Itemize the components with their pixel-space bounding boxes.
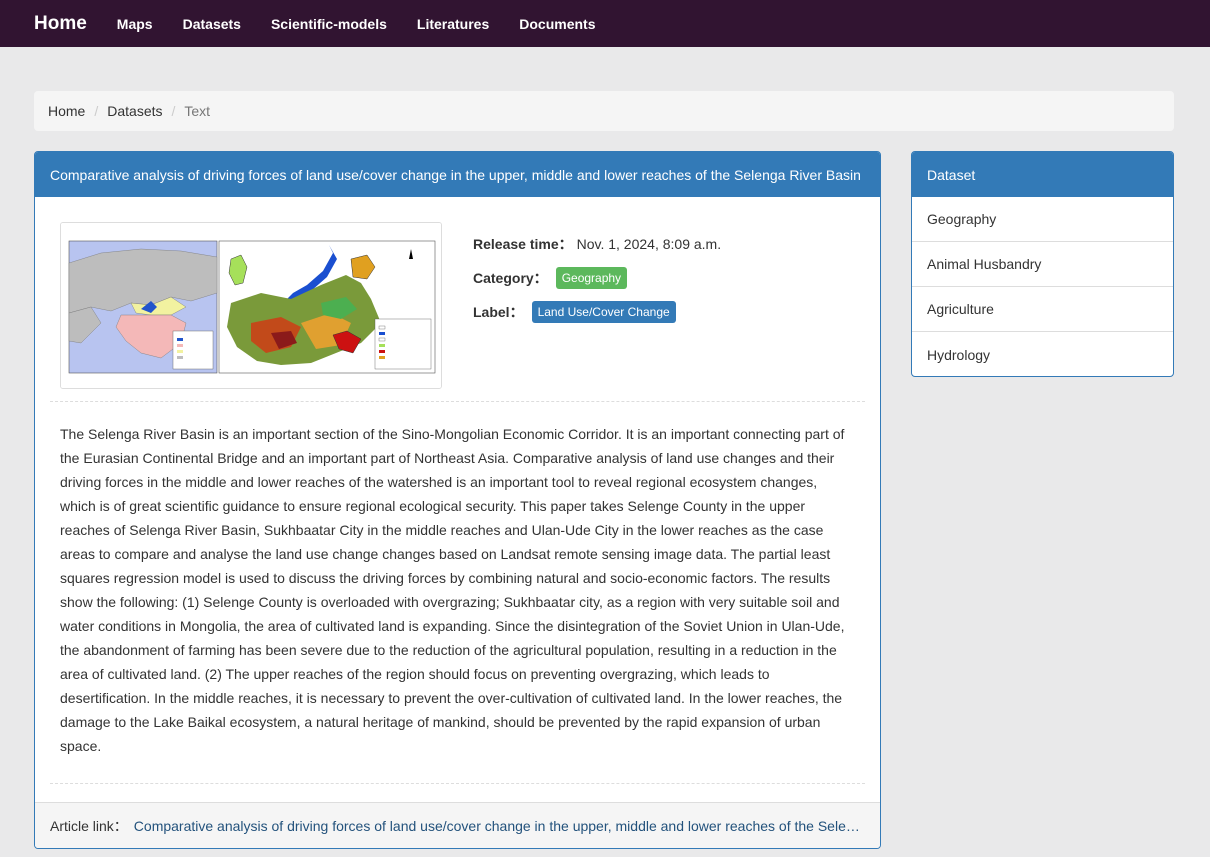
article-title: Comparative analysis of driving forces o…: [35, 152, 880, 197]
sidebar-item-animal-husbandry[interactable]: Animal Husbandry: [912, 242, 1173, 287]
breadcrumb-home[interactable]: Home: [48, 103, 85, 119]
release-time-value: Nov. 1, 2024, 8:09 a.m.: [576, 236, 722, 252]
article-info: Release time： Nov. 1, 2024, 8:09 a.m. Ca…: [50, 197, 865, 402]
category-badge[interactable]: Geography: [555, 267, 628, 289]
category-label: Category：: [473, 270, 548, 286]
sidebar-item-geography[interactable]: Geography: [912, 197, 1173, 242]
nav-item-literatures[interactable]: Literatures: [417, 16, 489, 32]
sidebar-item-hydrology[interactable]: Hydrology: [912, 332, 1173, 376]
release-time-label: Release time：: [473, 236, 573, 252]
sidebar-heading: Dataset: [912, 152, 1173, 197]
label-badge[interactable]: Land Use/Cover Change: [531, 301, 676, 323]
breadcrumb: Home / Datasets / Text: [34, 91, 1174, 131]
nav-item-datasets[interactable]: Datasets: [183, 16, 241, 32]
article-abstract: The Selenga River Basin is an important …: [50, 402, 865, 784]
article-link-label: Article link：: [50, 817, 128, 834]
release-time-row: Release time： Nov. 1, 2024, 8:09 a.m.: [473, 227, 721, 261]
sidebar-item-agriculture[interactable]: Agriculture: [912, 287, 1173, 332]
article-link[interactable]: Comparative analysis of driving forces o…: [134, 818, 864, 834]
nav-item-scientific-models[interactable]: Scientific-models: [271, 16, 387, 32]
article-thumbnail-map[interactable]: [60, 222, 442, 389]
breadcrumb-separator: /: [171, 103, 176, 119]
breadcrumb-datasets[interactable]: Datasets: [107, 103, 162, 119]
label-row: Label： Land Use/Cover Change: [473, 295, 721, 329]
article-link-row: Article link： Comparative analysis of dr…: [35, 802, 880, 848]
top-navbar: Home Maps Datasets Scientific-models Lit…: [0, 0, 1210, 47]
article-panel: Comparative analysis of driving forces o…: [34, 151, 881, 849]
breadcrumb-current: Text: [184, 103, 211, 119]
breadcrumb-separator: /: [94, 103, 99, 119]
nav-home-link[interactable]: Home: [34, 13, 87, 35]
nav-item-documents[interactable]: Documents: [519, 16, 595, 32]
label-label: Label：: [473, 304, 524, 320]
nav-item-maps[interactable]: Maps: [117, 16, 153, 32]
category-row: Category： Geography: [473, 261, 721, 295]
map-figure-image: [61, 223, 441, 388]
dataset-sidebar: Dataset Geography Animal Husbandry Agric…: [911, 151, 1174, 377]
article-metadata: Release time： Nov. 1, 2024, 8:09 a.m. Ca…: [473, 227, 721, 329]
